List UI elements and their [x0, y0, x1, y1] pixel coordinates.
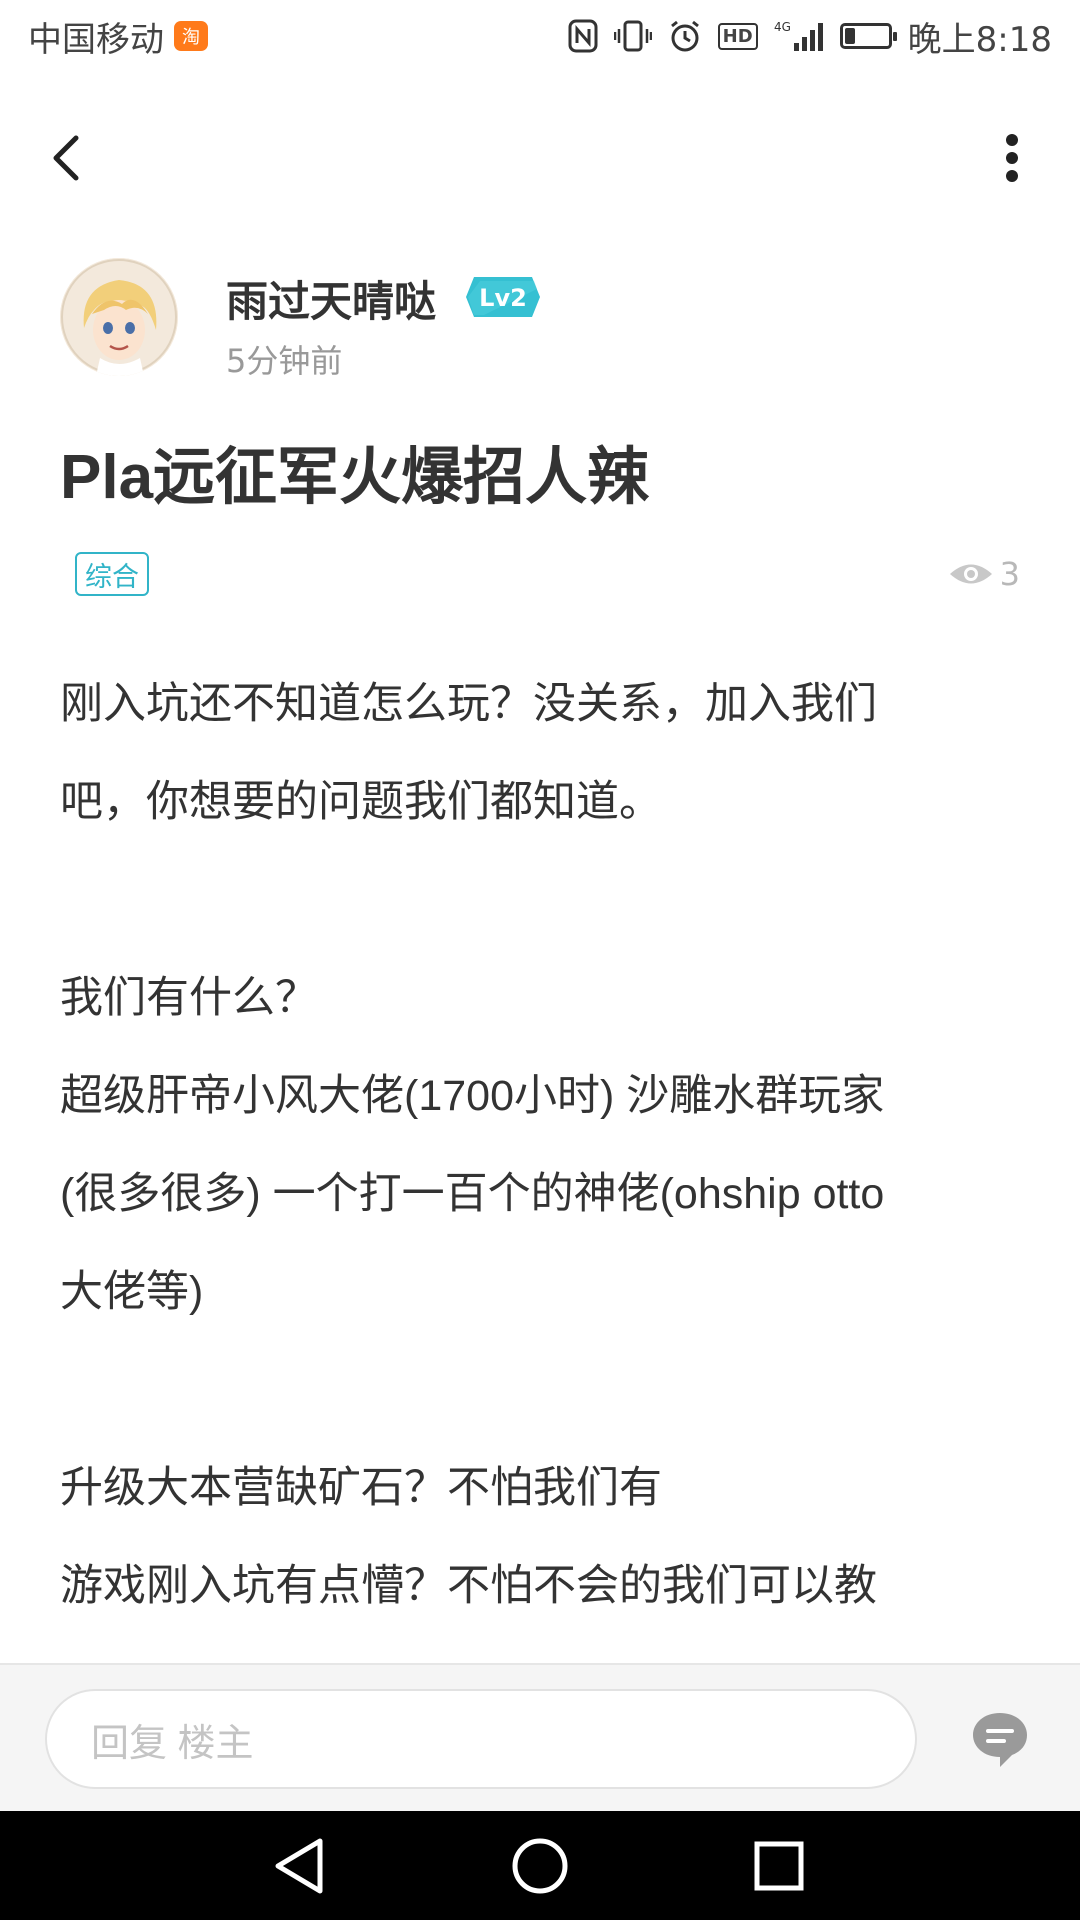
view-count: 3 [948, 555, 1020, 593]
system-nav-bar [0, 1811, 1080, 1920]
triangle-back-icon [275, 1838, 323, 1894]
body-line: 游戏刚入坑有点懵？不怕不会的我们可以教 [60, 1562, 877, 1610]
clock: 晚上8:18 [907, 19, 1052, 60]
author-avatar[interactable] [60, 258, 178, 376]
body-line: 刚入坑还不知道怎么玩？没关系，加入我们 [60, 680, 877, 728]
square-recents-icon [754, 1841, 804, 1891]
level-badge: Lv2 [464, 275, 542, 319]
battery-icon [839, 23, 897, 49]
hd-icon: HD [717, 22, 758, 50]
back-button[interactable] [38, 128, 98, 188]
body-line: (很多很多) 一个打一百个的神佬(ohship otto [60, 1170, 885, 1218]
vibrate-icon [613, 19, 652, 53]
comment-button[interactable] [970, 1709, 1030, 1769]
alarm-icon [668, 19, 702, 53]
nav-back-button[interactable] [270, 1835, 332, 1897]
category-tag[interactable]: 综合 [75, 552, 149, 596]
body-line [60, 851, 1020, 949]
level-label: Lv2 [479, 284, 527, 312]
circle-home-icon [512, 1838, 568, 1894]
reply-placeholder: 回复 楼主 [91, 1722, 254, 1765]
more-options-button[interactable] [982, 128, 1042, 188]
body-line: 大佬等) [60, 1268, 204, 1316]
signal-icon: 4G [774, 19, 824, 53]
body-line [60, 1341, 1020, 1439]
top-nav [0, 110, 1080, 200]
taobao-icon: 淘 [174, 21, 208, 51]
body-line: 超级肝帝小风大佬(1700小时) 沙雕水群玩家 [60, 1072, 885, 1120]
reply-input[interactable]: 回复 楼主 [45, 1689, 917, 1789]
post-body: 刚入坑还不知道怎么玩？没关系，加入我们 吧，你想要的问题我们都知道。 我们有什么… [60, 655, 1020, 1635]
status-left: 中国移动 淘 [28, 12, 208, 61]
view-count-value: 3 [999, 555, 1020, 593]
svg-text:4G: 4G [774, 20, 791, 34]
nav-home-button[interactable] [509, 1835, 571, 1897]
carrier-label: 中国移动 [28, 19, 164, 60]
nfc-icon [568, 19, 598, 53]
body-line: 吧，你想要的问题我们都知道。 [60, 778, 662, 826]
reply-bar: 回复 楼主 [0, 1663, 1080, 1811]
post-time: 5分钟前 [226, 342, 343, 380]
back-arrow-icon [53, 135, 79, 181]
comment-icon [973, 1713, 1027, 1767]
body-line: 升级大本营缺矿石？不怕我们有 [60, 1464, 662, 1512]
more-vertical-icon [1006, 134, 1018, 182]
status-bar: 中国移动 淘 HD 4G 晚上8:18 [0, 0, 1080, 72]
author-name[interactable]: 雨过天晴哒 [226, 268, 436, 329]
nav-recents-button[interactable] [748, 1835, 810, 1897]
post-title: Pla远征军火爆招人辣 [60, 443, 650, 512]
status-right: HD 4G 晚上8:18 [568, 12, 1052, 61]
body-line: 我们有什么？ [60, 974, 318, 1022]
eye-icon [949, 564, 992, 584]
